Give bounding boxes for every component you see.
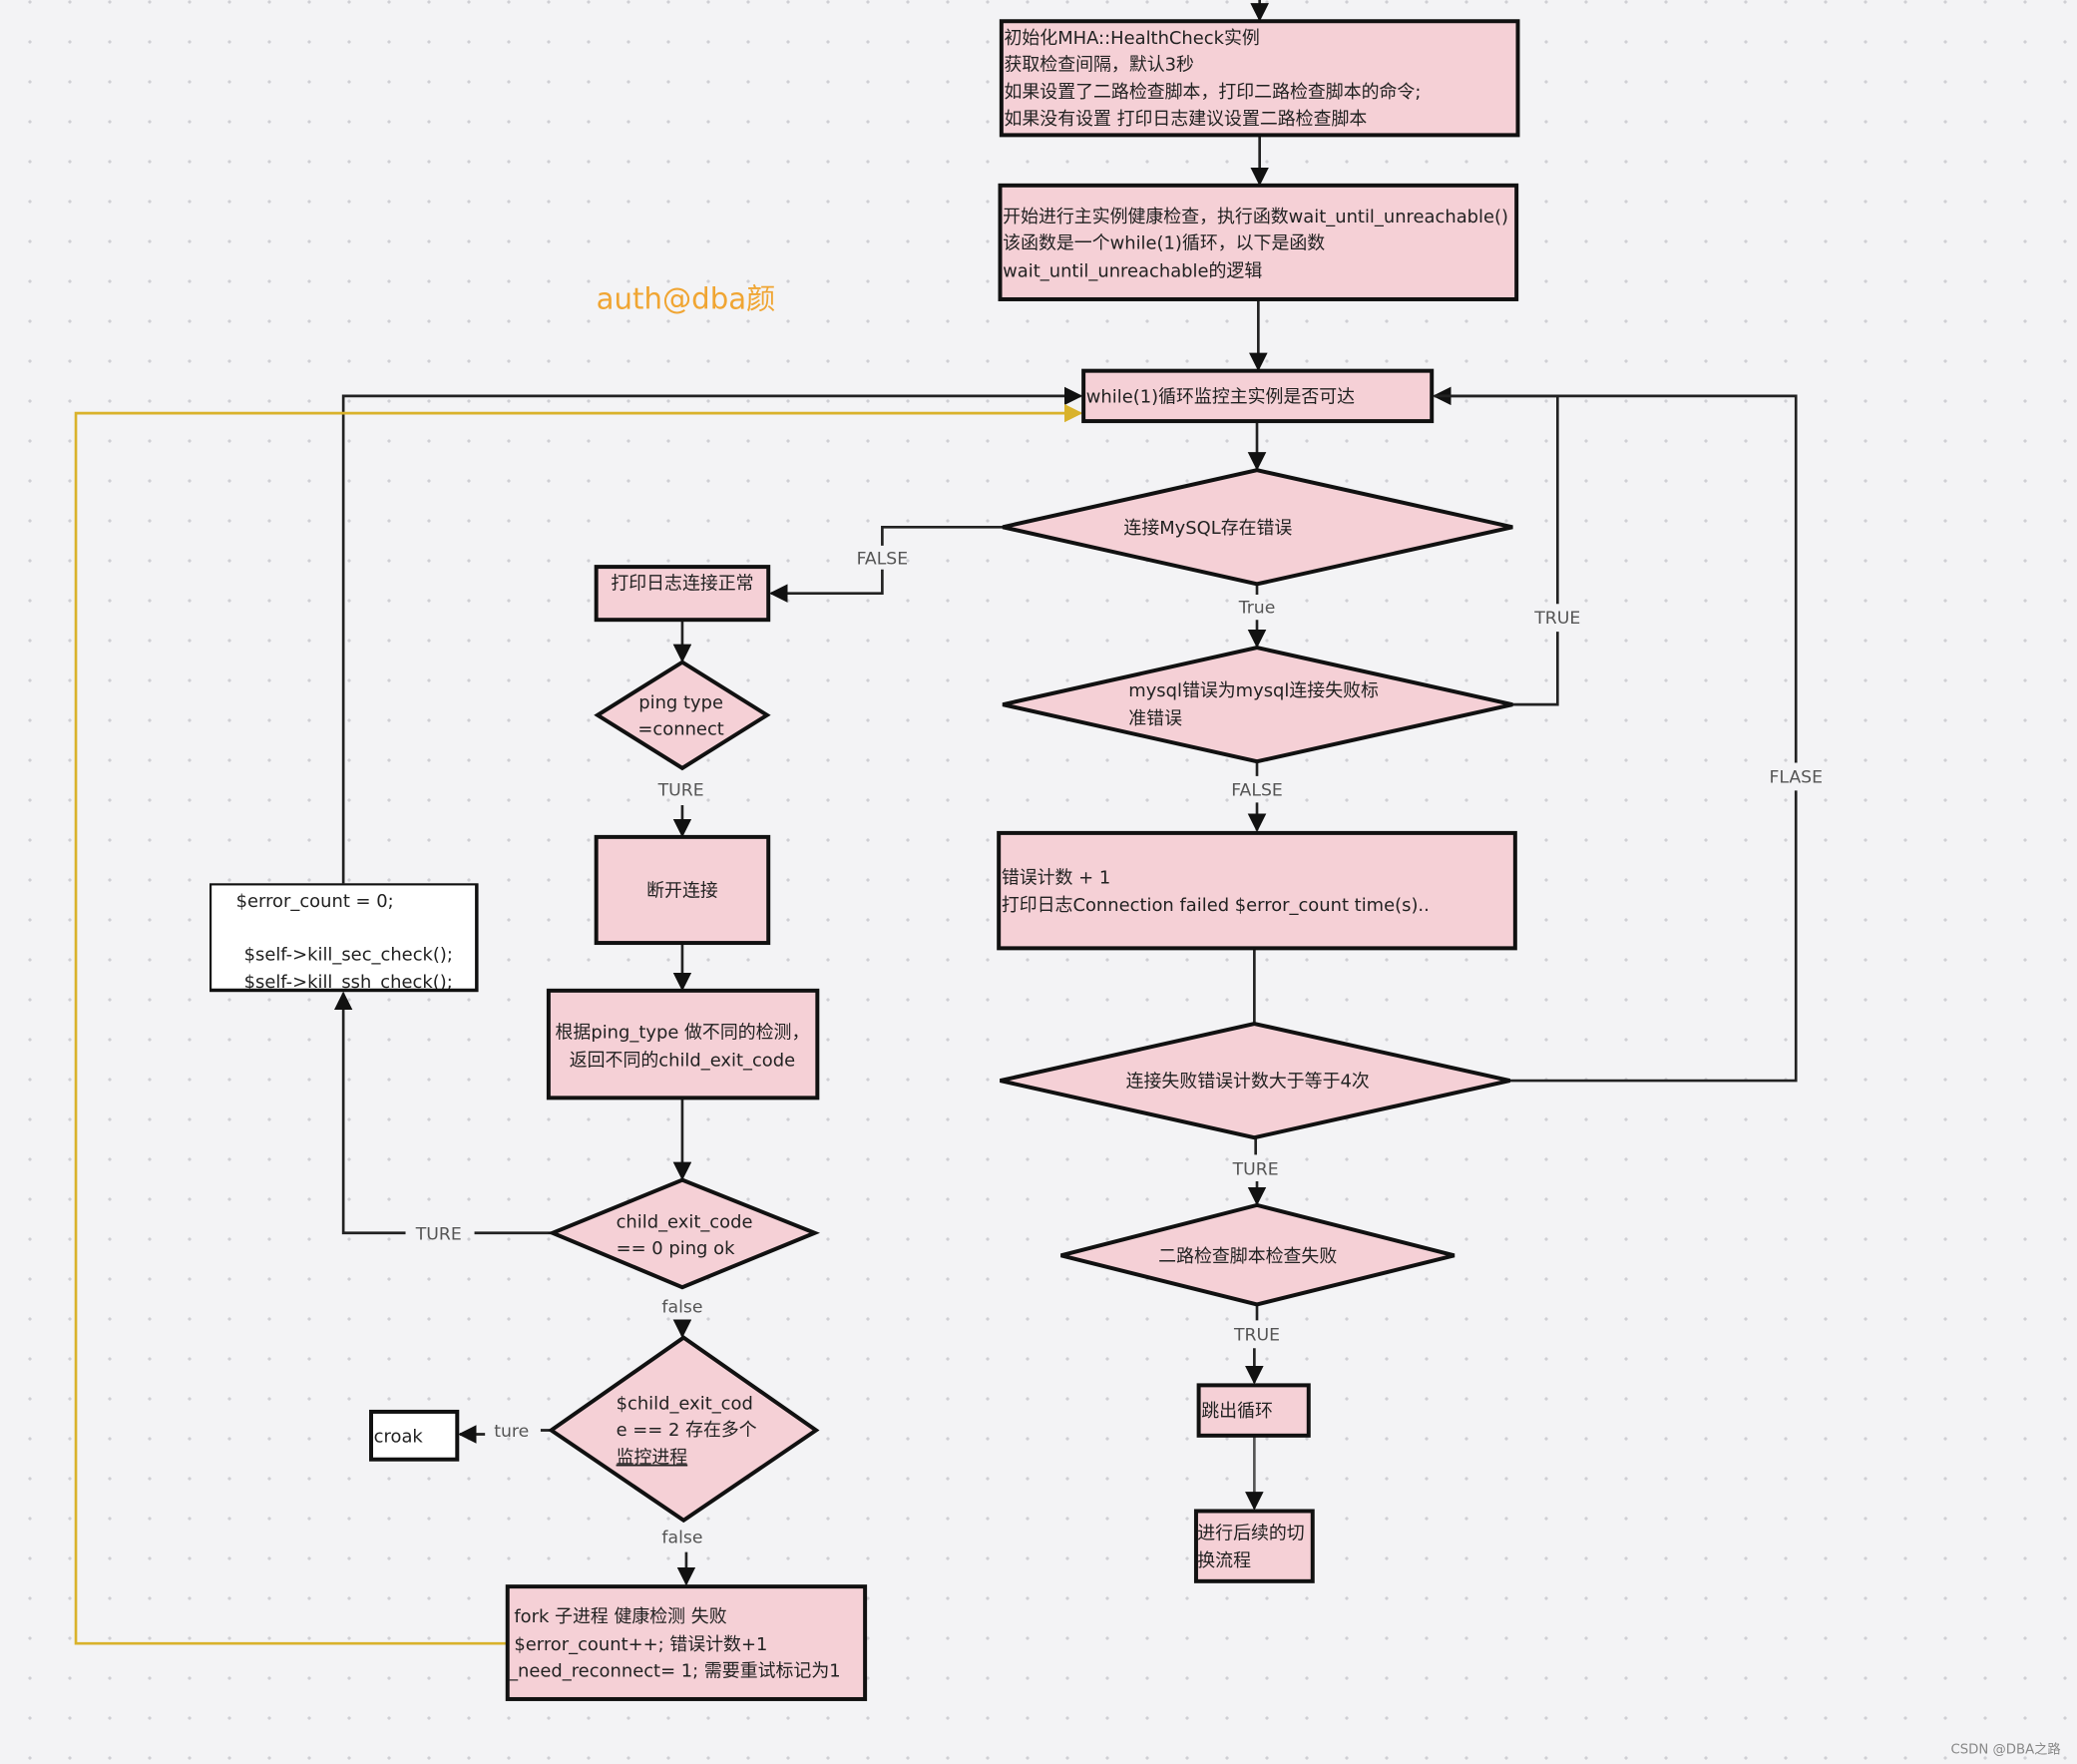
svg-text:换流程: 换流程 <box>1197 1550 1251 1571</box>
svg-text:e == 2 存在多个: e == 2 存在多个 <box>617 1420 757 1441</box>
node-disconnect: 断开连接 <box>594 834 771 946</box>
svg-text:$error_count = 0;: $error_count = 0; <box>236 891 394 912</box>
decision-fail-ge4: 连接失败错误计数大于等于4次 <box>1000 1021 1510 1140</box>
node-failover: 进行后续的切 换流程 <box>1193 1509 1315 1583</box>
svg-text:ping type: ping type <box>638 692 723 713</box>
label-two-true: ture <box>494 1422 529 1442</box>
node-croak: croak <box>369 1409 460 1462</box>
label-secondary-true: TRUE <box>1233 1325 1280 1345</box>
svg-text:错误计数 + 1: 错误计数 + 1 <box>1002 867 1110 888</box>
svg-text:返回不同的child_exit_code: 返回不同的child_exit_code <box>570 1050 795 1071</box>
svg-text:如果没有设置 打印日志建议设置二路检查脚本: 如果没有设置 打印日志建议设置二路检查脚本 <box>1004 109 1367 130</box>
label-std-false: FALSE <box>1231 781 1283 801</box>
decision-exit-code-two: $child_exit_cod e == 2 存在多个 监控进程 <box>548 1335 820 1524</box>
svg-text:根据ping_type 做不同的检测，: 根据ping_type 做不同的检测， <box>556 1023 810 1044</box>
node-while-loop: while(1)循环监控主实例是否可达 <box>1081 368 1435 424</box>
label-two-false: false <box>661 1528 702 1547</box>
svg-text:child_exit_code: child_exit_code <box>617 1211 753 1232</box>
svg-text:mysql错误为mysql连接失败标: mysql错误为mysql连接失败标 <box>1128 680 1379 701</box>
edge-reset-while <box>341 386 1083 884</box>
label-std-true: TRUE <box>1533 609 1580 629</box>
label-ge4-true: TURE <box>1232 1159 1279 1179</box>
edge-std-true <box>1435 396 1559 706</box>
node-fork-fail: fork 子进程 健康检测 失败 $error_count++; 错误计数+1 … <box>505 1584 868 1701</box>
node-log-ok: 打印日志连接正常 <box>594 565 771 623</box>
author-watermark: auth@dba颜 <box>597 281 776 315</box>
svg-text:打印日志连接正常: 打印日志连接正常 <box>611 574 753 595</box>
svg-text:fork 子进程 健康检测 失败: fork 子进程 健康检测 失败 <box>514 1606 726 1627</box>
label-mysql-false: FALSE <box>857 549 909 569</box>
svg-text:开始进行主实例健康检查，执行函数wait_until_unr: 开始进行主实例健康检查，执行函数wait_until_unreachable() <box>1003 207 1508 227</box>
flowchart: 初始化MHA::HealthCheck实例 获取检查间隔，默认3秒 如果设置了二… <box>74 0 2061 1757</box>
label-ping-true: TURE <box>657 781 704 801</box>
svg-text:$self->kill_sec_check();: $self->kill_sec_check(); <box>244 944 453 965</box>
node-check-by-type: 根据ping_type 做不同的检测， 返回不同的child_exit_code <box>546 988 820 1101</box>
svg-text:连接失败错误计数大于等于4次: 连接失败错误计数大于等于4次 <box>1126 1072 1370 1093</box>
svg-text:while(1)循环监控主实例是否可达: while(1)循环监控主实例是否可达 <box>1086 387 1355 408</box>
decision-ping-type: ping type =connect <box>594 660 771 771</box>
svg-text:$child_exit_cod: $child_exit_cod <box>617 1393 753 1414</box>
label-mysql-true: True <box>1238 599 1276 619</box>
csdn-credit: CSDN @DBA之路 <box>1950 1741 2060 1757</box>
decision-exit-code-zero: child_exit_code == 0 ping ok <box>547 1177 820 1290</box>
svg-text:该函数是一个while(1)循环，以下是函数: 该函数是一个while(1)循环，以下是函数 <box>1003 233 1325 254</box>
svg-text:croak: croak <box>374 1426 424 1447</box>
node-init: 初始化MHA::HealthCheck实例 获取检查间隔，默认3秒 如果设置了二… <box>999 19 1520 138</box>
node-reset-error-count: $error_count = 0; $self->kill_sec_check(… <box>209 883 479 993</box>
svg-text:断开连接: 断开连接 <box>646 881 718 902</box>
svg-text:=connect: =connect <box>637 719 723 740</box>
svg-text:连接MySQL存在错误: 连接MySQL存在错误 <box>1123 518 1292 539</box>
svg-text:二路检查脚本检查失败: 二路检查脚本检查失败 <box>1158 1246 1337 1267</box>
svg-text:监控进程: 监控进程 <box>617 1448 688 1469</box>
svg-text:跳出循环: 跳出循环 <box>1201 1401 1273 1422</box>
svg-text:如果设置了二路检查脚本，打印二路检查脚本的命令;: 如果设置了二路检查脚本，打印二路检查脚本的命令; <box>1004 82 1421 103</box>
node-start-check: 开始进行主实例健康检查，执行函数wait_until_unreachable()… <box>998 183 1519 301</box>
decision-std-error: mysql错误为mysql连接失败标 准错误 <box>1002 646 1513 764</box>
svg-text:获取检查间隔，默认3秒: 获取检查间隔，默认3秒 <box>1004 54 1194 75</box>
svg-text:进行后续的切: 进行后续的切 <box>1197 1523 1304 1544</box>
edge-ge4-false <box>1434 394 1798 1083</box>
svg-text:打印日志Connection failed $error_c: 打印日志Connection failed $error_count time(… <box>1002 895 1430 916</box>
label-zero-true: TURE <box>415 1224 462 1244</box>
svg-text:wait_until_unreachable的逻辑: wait_until_unreachable的逻辑 <box>1003 260 1262 281</box>
decision-mysql-error: 连接MySQL存在错误 <box>1002 468 1513 587</box>
svg-text:初始化MHA::HealthCheck实例: 初始化MHA::HealthCheck实例 <box>1004 28 1259 49</box>
svg-text:$error_count++; 错误计数+1: $error_count++; 错误计数+1 <box>514 1634 767 1655</box>
decision-secondary-fail: 二路检查脚本检查失败 <box>1060 1202 1455 1307</box>
svg-text:== 0 ping ok: == 0 ping ok <box>617 1238 735 1259</box>
label-ge4-false: FLASE <box>1769 767 1823 787</box>
svg-text:_need_reconnect= 1; 需要重试标记为1: _need_reconnect= 1; 需要重试标记为1 <box>508 1660 841 1681</box>
edge-zero-true <box>343 993 553 1235</box>
node-count-inc: 错误计数 + 1 打印日志Connection failed $error_co… <box>997 830 1517 951</box>
edges <box>74 0 1798 1645</box>
node-break-loop: 跳出循环 <box>1196 1383 1311 1438</box>
svg-text:准错误: 准错误 <box>1128 708 1182 729</box>
label-zero-false: false <box>661 1297 702 1317</box>
